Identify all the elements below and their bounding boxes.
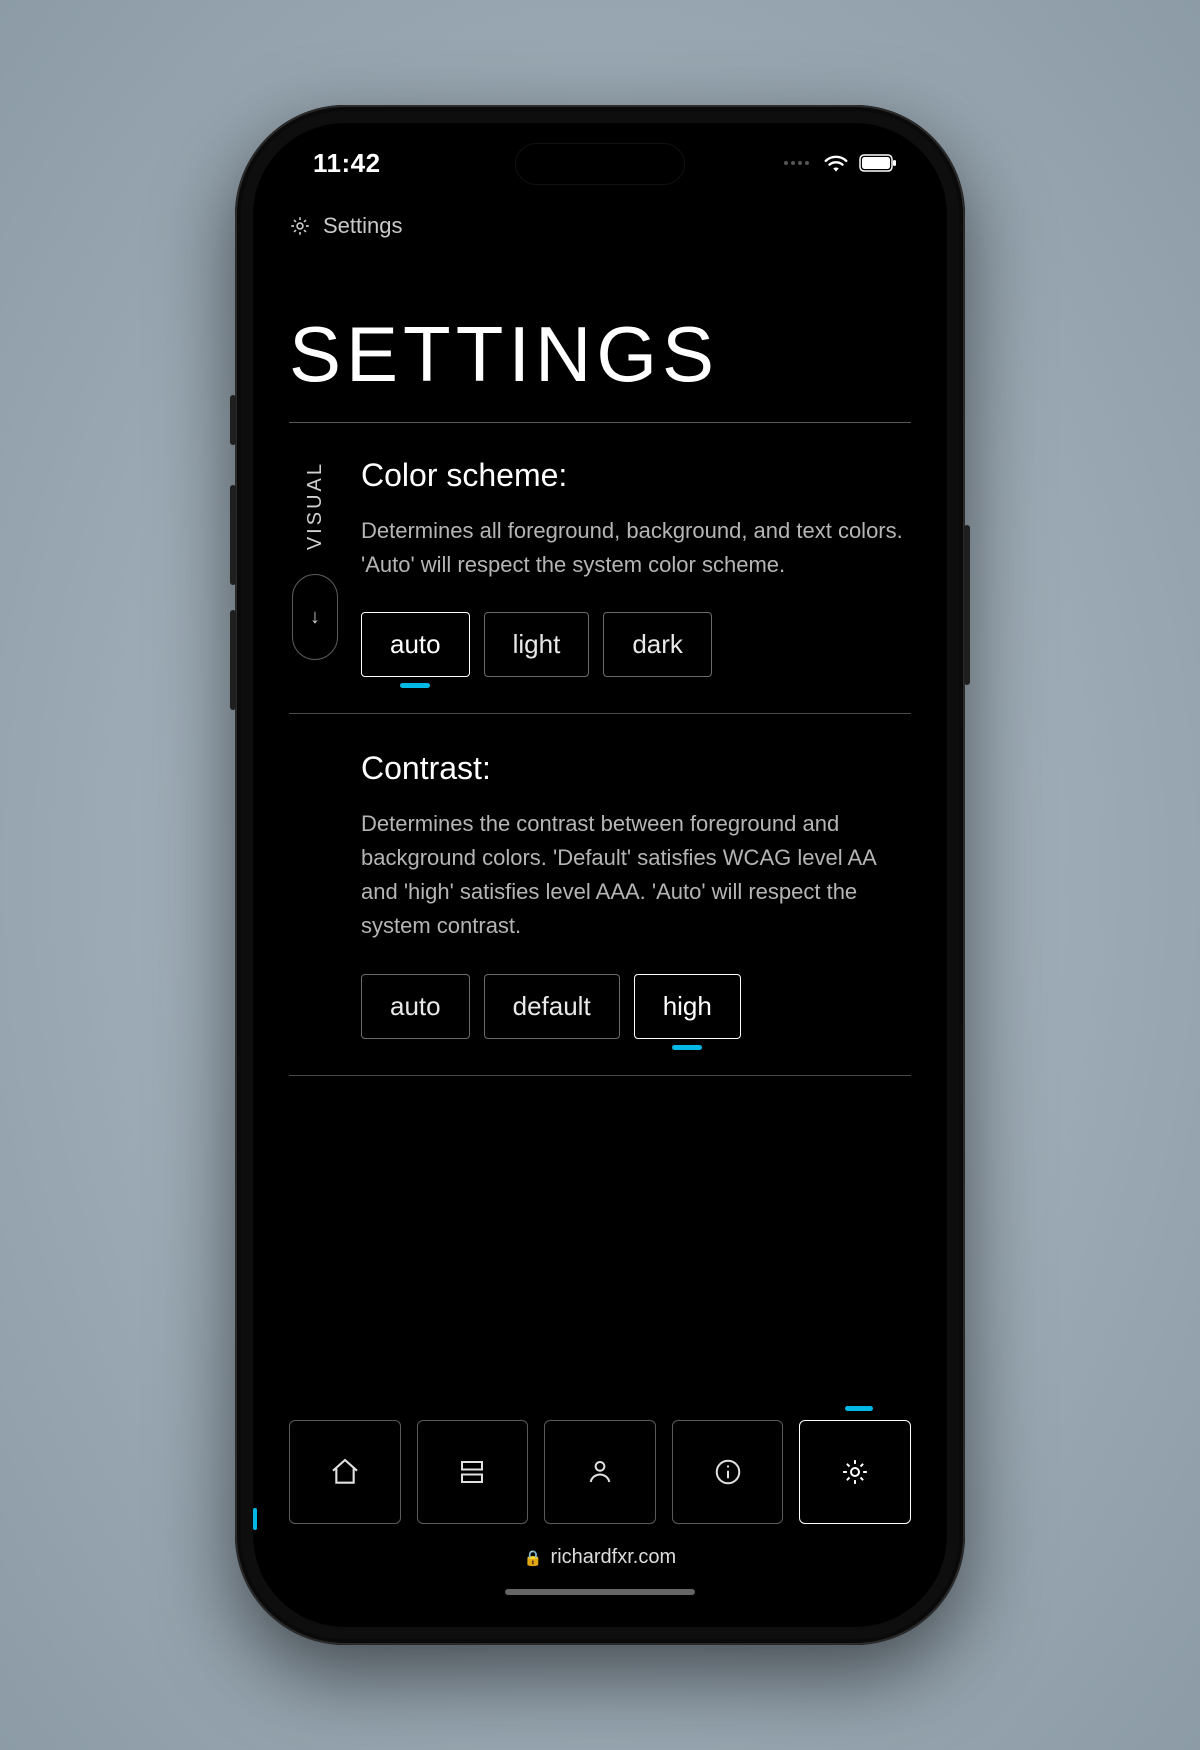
page-content: Settings SETTINGS VISUAL ↓ Color scheme:… xyxy=(253,203,947,1410)
scroll-down-button[interactable]: ↓ xyxy=(292,574,338,660)
browser-url: richardfxr.com xyxy=(551,1546,677,1569)
arrow-down-icon: ↓ xyxy=(310,606,320,629)
section-contrast: Contrast: Determines the contrast betwee… xyxy=(289,750,911,1075)
section-side-column: VISUAL ↓ xyxy=(289,457,341,677)
phone-side-button xyxy=(230,485,236,585)
nav-settings[interactable] xyxy=(799,1420,911,1524)
page-title: SETTINGS xyxy=(289,309,911,400)
option-color-scheme-light[interactable]: light xyxy=(484,612,590,677)
breadcrumb-label: Settings xyxy=(323,213,403,239)
nav-about[interactable] xyxy=(544,1420,656,1524)
nav-active-indicator xyxy=(845,1406,873,1411)
status-time: 11:42 xyxy=(313,148,381,179)
section-heading: Color scheme: xyxy=(361,457,911,494)
phone-screen: 11:42 xyxy=(253,123,947,1627)
nav-home[interactable] xyxy=(289,1420,401,1524)
gear-icon xyxy=(840,1457,870,1487)
gear-icon xyxy=(289,215,311,237)
lock-icon: 🔒 xyxy=(524,1549,543,1567)
dynamic-island xyxy=(515,143,685,185)
section-description: Determines the contrast between foregrou… xyxy=(361,807,911,943)
browser-url-bar[interactable]: 🔒 richardfxr.com xyxy=(289,1524,911,1579)
bottom-nav-wrap: 🔒 richardfxr.com xyxy=(253,1410,947,1627)
nav-info[interactable] xyxy=(672,1420,784,1524)
option-color-scheme-auto[interactable]: auto xyxy=(361,612,470,677)
nav-left-indicator xyxy=(253,1508,257,1530)
phone-side-button xyxy=(230,610,236,710)
section-color-scheme: VISUAL ↓ Color scheme: Determines all fo… xyxy=(289,457,911,714)
home-icon xyxy=(329,1456,361,1488)
breadcrumb[interactable]: Settings xyxy=(289,213,911,239)
bottom-nav xyxy=(289,1420,911,1524)
option-contrast-auto[interactable]: auto xyxy=(361,974,470,1039)
battery-icon xyxy=(859,154,897,172)
option-contrast-high[interactable]: high xyxy=(634,974,741,1039)
option-contrast-default[interactable]: default xyxy=(484,974,620,1039)
phone-frame: 11:42 xyxy=(235,105,965,1645)
wifi-icon xyxy=(823,153,849,173)
person-icon xyxy=(585,1457,615,1487)
section-side-label: VISUAL xyxy=(304,461,327,550)
status-right xyxy=(784,153,897,173)
title-divider xyxy=(289,422,911,423)
contrast-options: auto default high xyxy=(361,974,911,1039)
section-description: Determines all foreground, background, a… xyxy=(361,514,911,582)
phone-side-button xyxy=(230,395,236,445)
info-icon xyxy=(713,1457,743,1487)
list-icon xyxy=(457,1457,487,1487)
option-color-scheme-dark[interactable]: dark xyxy=(603,612,712,677)
phone-side-button xyxy=(964,525,970,685)
home-indicator[interactable] xyxy=(505,1589,695,1595)
status-bar: 11:42 xyxy=(253,123,947,203)
section-heading: Contrast: xyxy=(361,750,911,787)
cellular-dots-icon xyxy=(784,161,809,165)
color-scheme-options: auto light dark xyxy=(361,612,911,677)
nav-projects[interactable] xyxy=(417,1420,529,1524)
